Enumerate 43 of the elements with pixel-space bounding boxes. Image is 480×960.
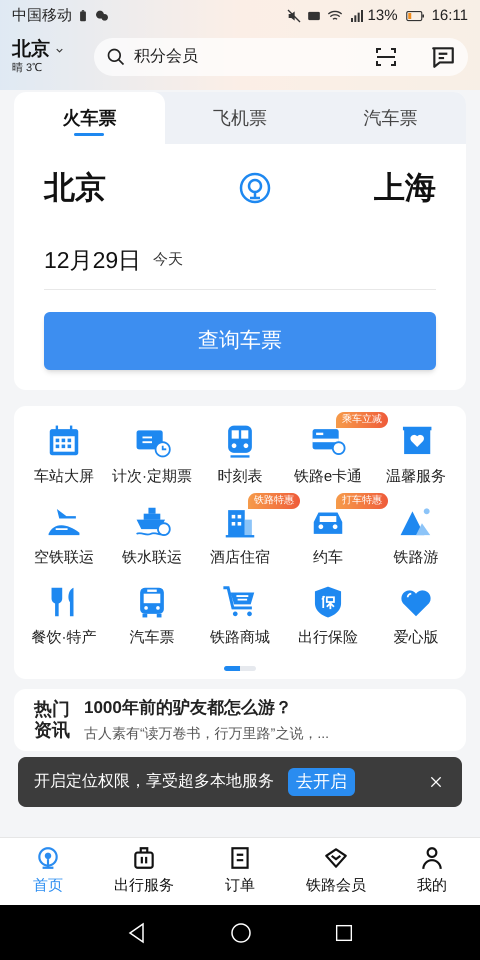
nav-tab[interactable]: 出行服务 <box>96 845 192 898</box>
service-item[interactable]: 计次·定期票 <box>112 422 192 488</box>
promo-badge: 铁路特惠 <box>248 492 300 508</box>
service-item[interactable]: 汽车票 <box>130 583 174 650</box>
promo-badge: 乘车立减 <box>336 412 388 428</box>
service-item[interactable]: 铁水联运 <box>122 502 182 569</box>
city-selector[interactable]: 北京 <box>12 38 84 62</box>
service-item[interactable]: 铁路商城 <box>210 583 270 650</box>
arrival-city[interactable]: 上海 <box>374 164 436 212</box>
service-item[interactable]: 爱心版 <box>394 583 438 650</box>
home-icon[interactable] <box>229 920 253 944</box>
ticket-tab[interactable]: 飞机票 <box>164 92 316 144</box>
section-title: 热门资讯 <box>34 698 71 740</box>
toast-message: 开启定位权限，享受超多本地服务 <box>34 772 274 792</box>
service-item[interactable]: 时刻表 <box>218 422 262 488</box>
service-item[interactable]: 餐饮·特产 <box>32 583 96 650</box>
weather-text: 晴 3℃ <box>12 62 44 76</box>
nav-tab[interactable]: 铁路会员 <box>288 845 384 898</box>
nav-tab[interactable]: 我的 <box>384 845 480 898</box>
service-item[interactable]: 铁路游 <box>394 502 438 569</box>
clock-time: 16:11 <box>432 6 468 26</box>
nav-tab[interactable]: 订单 <box>192 845 288 898</box>
departure-city[interactable]: 北京 <box>44 164 106 212</box>
news-summary: 古人素有“读万卷书，行万里路”之说，... <box>84 724 329 743</box>
swap-stations-icon[interactable] <box>239 172 271 204</box>
ticket-tab[interactable]: 火车票 <box>14 92 165 144</box>
date-note: 今天 <box>153 250 184 270</box>
promo-badge: 打车特惠 <box>336 492 388 508</box>
departure-date[interactable]: 12月29日 <box>44 243 142 278</box>
service-item[interactable]: 出行保险 <box>298 583 358 650</box>
mute-icon <box>286 8 302 24</box>
news-headline[interactable]: 1000年前的驴友都怎么游？ <box>84 695 329 721</box>
battery-percent: 13% <box>368 6 398 26</box>
carrier-name: 中国移动 <box>12 6 72 26</box>
luggage-icon <box>131 845 157 872</box>
search-icon <box>106 47 126 67</box>
scan-icon[interactable] <box>374 45 398 69</box>
service-item[interactable]: 温馨服务 <box>386 422 446 488</box>
service-item[interactable]: 空铁联运 <box>34 502 94 569</box>
search-bar[interactable]: 积分会员 <box>94 38 468 76</box>
ticket-tab[interactable]: 汽车票 <box>315 92 466 144</box>
service-item[interactable]: 车站大屏 <box>34 422 94 488</box>
search-input[interactable]: 积分会员 <box>134 45 366 69</box>
